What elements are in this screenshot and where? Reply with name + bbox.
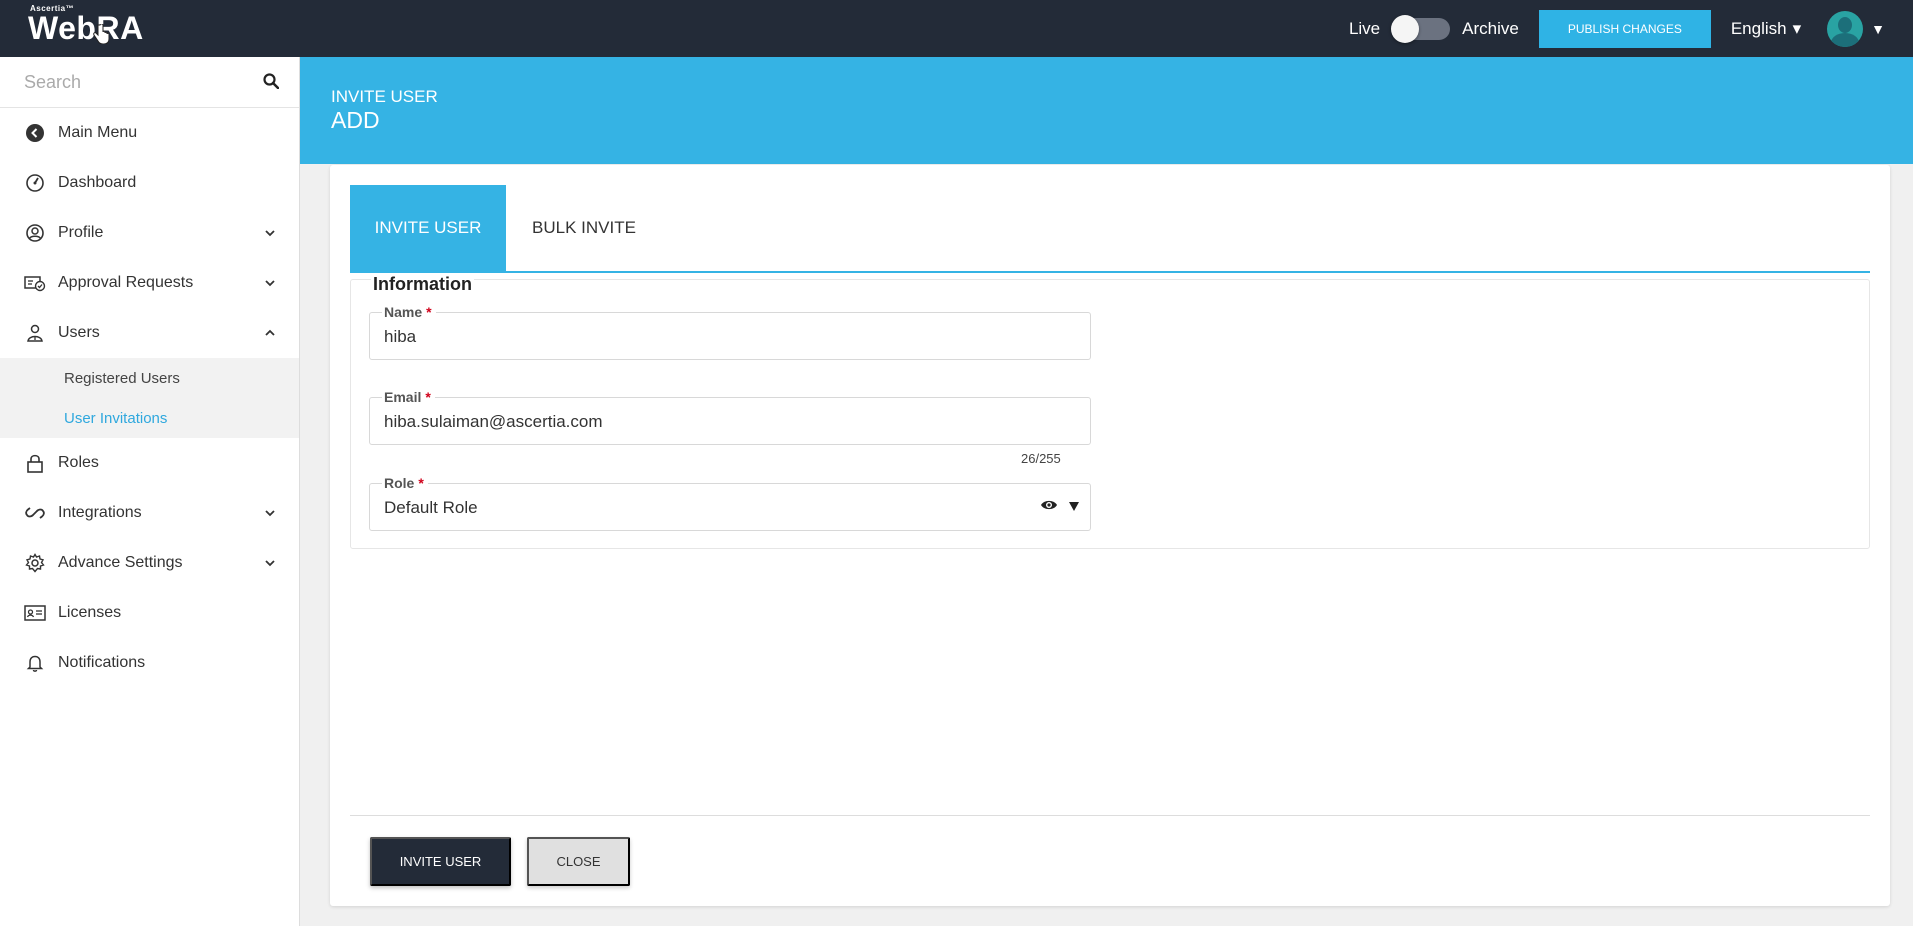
tab-bulk-invite[interactable]: BULK INVITE <box>506 185 662 271</box>
information-section: Information Name* Email* 26/255 Role* De… <box>350 274 1870 549</box>
avatar-caret-down-icon[interactable]: ▼ <box>1871 21 1885 37</box>
role-select[interactable]: Role * Default Role <box>369 475 1091 531</box>
sidebar-nav-lower: Roles Integrations Advance Settings Lice… <box>0 438 299 688</box>
name-input[interactable] <box>384 327 1064 347</box>
logo-text: WebRA <box>28 10 144 46</box>
page-title: ADD <box>331 107 380 133</box>
section-title: Information <box>371 274 474 295</box>
language-value: English <box>1730 18 1787 38</box>
role-label: Role * <box>382 475 428 491</box>
role-value: Default Role <box>384 498 478 517</box>
search-input[interactable] <box>24 71 263 93</box>
top-right-controls: Live Archive PUBLISH CHANGES English ▾ ▼ <box>1349 0 1913 57</box>
page-banner: INVITE USER ADD <box>300 57 1913 164</box>
sidebar-item-dashboard[interactable]: Dashboard <box>0 158 299 208</box>
hand-cursor-icon <box>93 23 110 49</box>
name-field[interactable]: Name * <box>369 304 1091 360</box>
form-card: INVITE USER BULK INVITE Information Name… <box>330 165 1890 906</box>
sidebar-item-notifications[interactable]: Notifications <box>0 638 299 688</box>
sidebar-search <box>0 57 299 108</box>
archive-label: Archive <box>1462 18 1519 38</box>
sidebar-item-label: Integrations <box>58 504 142 521</box>
sidebar-item-label: Dashboard <box>58 174 137 191</box>
app-logo[interactable]: Ascertia™ WebRA <box>28 4 144 44</box>
search-icon[interactable] <box>263 73 281 91</box>
language-selector[interactable]: English ▾ <box>1731 19 1801 39</box>
sidebar-item-label: Users <box>58 324 100 341</box>
caret-down-icon: ▾ <box>1792 18 1802 38</box>
invite-user-button[interactable]: INVITE USER <box>370 837 511 886</box>
close-button[interactable]: CLOSE <box>527 837 630 886</box>
dashboard-icon <box>24 172 46 194</box>
sidebar-item-users[interactable]: Users <box>0 308 299 358</box>
sidebar-item-licenses[interactable]: Licenses <box>0 588 299 638</box>
email-char-counter: 26/255 <box>1021 451 1061 466</box>
email-field[interactable]: Email * <box>369 389 1091 445</box>
avatar[interactable] <box>1827 10 1864 47</box>
link-icon <box>24 502 46 524</box>
user-circle-icon <box>24 222 46 244</box>
sidebar-item-main-menu[interactable]: Main Menu <box>0 108 299 158</box>
tab-bar: INVITE USER BULK INVITE <box>350 185 1870 273</box>
back-circle-icon <box>24 122 46 144</box>
publish-changes-button[interactable]: PUBLISH CHANGES <box>1538 9 1711 48</box>
users-icon <box>24 322 46 344</box>
sidebar-item-label: Roles <box>58 454 99 471</box>
sidebar-item-approval-requests[interactable]: Approval Requests <box>0 258 299 308</box>
license-card-icon <box>24 602 46 624</box>
sidebar-nav: Main Menu Dashboard Profile Approval Req… <box>0 108 299 358</box>
sidebar-item-label: Approval Requests <box>58 274 194 291</box>
sidebar-item-label: Licenses <box>58 604 122 621</box>
dropdown-arrow-icon[interactable] <box>1068 499 1080 517</box>
name-label: Name * <box>382 304 436 320</box>
bell-icon <box>24 652 46 674</box>
chevron-down-icon <box>263 276 277 290</box>
footer-divider <box>350 815 1870 816</box>
live-label: Live <box>1348 18 1381 38</box>
page-subtitle: INVITE USER <box>331 87 438 106</box>
sidebar-item-label: Main Menu <box>58 124 138 141</box>
approval-icon <box>24 272 46 294</box>
sidebar-subitem-user-invitations[interactable]: User Invitations <box>0 398 299 438</box>
sidebar-item-label: Profile <box>58 224 104 241</box>
sidebar-item-label: Advance Settings <box>58 554 183 571</box>
email-label: Email * <box>382 389 435 405</box>
sidebar: Main Menu Dashboard Profile Approval Req… <box>0 57 300 926</box>
chevron-down-icon <box>263 556 277 570</box>
role-actions <box>1040 498 1080 517</box>
sidebar-item-label: Notifications <box>58 654 146 671</box>
sidebar-subitem-registered-users[interactable]: Registered Users <box>0 358 299 398</box>
sidebar-item-integrations[interactable]: Integrations <box>0 488 299 538</box>
gear-icon <box>24 552 46 574</box>
lock-icon <box>24 452 46 474</box>
eye-icon[interactable] <box>1040 498 1058 517</box>
sidebar-item-roles[interactable]: Roles <box>0 438 299 488</box>
users-subnav: Registered Users User Invitations <box>0 358 299 438</box>
top-bar: Ascertia™ WebRA Live Archive PUBLISH CHA… <box>0 0 1913 57</box>
live-archive-toggle[interactable] <box>1391 14 1451 43</box>
chevron-up-icon <box>263 326 277 340</box>
toggle-knob <box>1391 14 1420 43</box>
sidebar-item-profile[interactable]: Profile <box>0 208 299 258</box>
tab-invite-user[interactable]: INVITE USER <box>350 185 506 271</box>
sidebar-item-advance-settings[interactable]: Advance Settings <box>0 538 299 588</box>
chevron-down-icon <box>263 506 277 520</box>
chevron-down-icon <box>263 226 277 240</box>
email-input[interactable] <box>384 412 1064 432</box>
